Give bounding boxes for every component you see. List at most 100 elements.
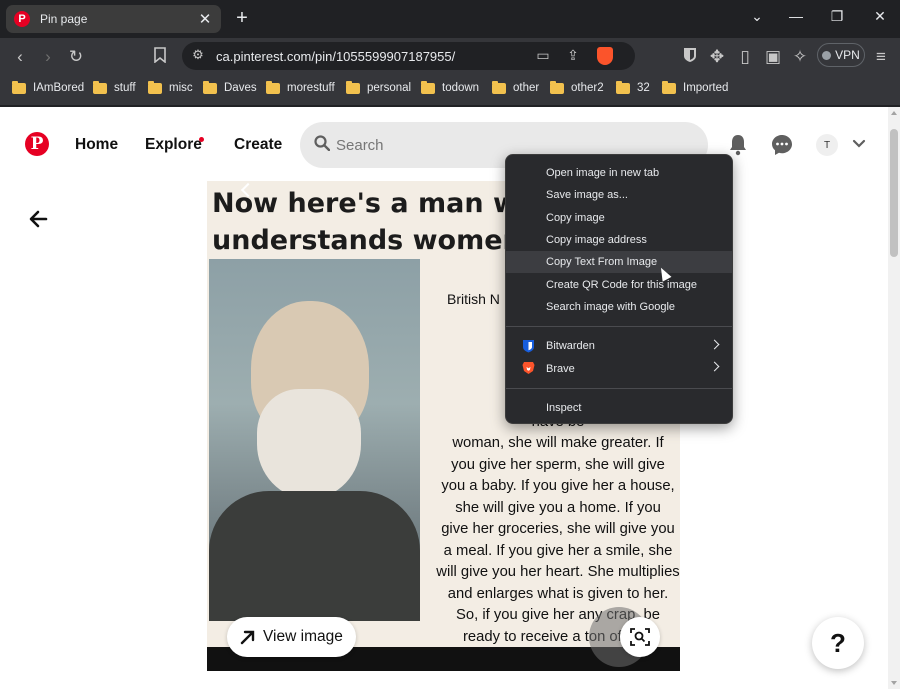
folder-icon (203, 80, 217, 94)
new-tab-icon[interactable]: + (232, 8, 252, 28)
bookmark-icon[interactable] (150, 47, 170, 67)
vpn-button[interactable]: VPN (817, 43, 865, 67)
menu-separator (506, 387, 732, 389)
lens-search-icon (630, 628, 650, 646)
bookmark-folder[interactable]: Daves (203, 80, 257, 94)
vpn-label: VPN (835, 48, 860, 62)
address-url[interactable]: ca.pinterest.com/pin/1055599907187955/ (216, 49, 455, 64)
bookmark-folder[interactable]: misc (148, 80, 193, 94)
nav-explore[interactable]: Explore (145, 136, 202, 154)
bookmark-folder[interactable]: other2 (550, 80, 604, 94)
avatar[interactable]: T (816, 134, 838, 156)
messages-icon[interactable] (770, 133, 794, 157)
sidebar-icon[interactable]: ▯ (735, 47, 755, 67)
portrait-photo (209, 259, 420, 621)
menu-item-open-image-new-tab[interactable]: Open image in new tab (506, 162, 732, 184)
menu-item-create-qr-code[interactable]: Create QR Code for this image (506, 273, 732, 295)
notifications-bell-icon[interactable] (726, 133, 750, 157)
notification-dot-icon (199, 137, 204, 142)
menu-separator (506, 326, 732, 328)
pinterest-favicon-icon: P (14, 11, 30, 27)
bookmark-folder-label: stuff (114, 82, 136, 94)
nav-create[interactable]: Create (234, 136, 282, 154)
menu-item-save-image-as[interactable]: Save image as... (506, 184, 732, 206)
bookmark-folder[interactable]: IAmBored (12, 80, 85, 94)
view-image-button[interactable]: View image (227, 617, 356, 657)
menu-item-inspect[interactable]: Inspect (506, 397, 732, 419)
menu-item-bitwarden[interactable]: Bitwarden (506, 335, 732, 357)
window-close-icon[interactable]: ✕ (869, 8, 891, 25)
vpn-status-icon (822, 50, 832, 60)
bookmark-folder-label: personal (367, 82, 412, 94)
folder-icon (12, 80, 26, 94)
pinterest-page: P Home Explore Create T Now here's a man… (0, 107, 888, 689)
bookmark-folder-label: other2 (571, 82, 604, 94)
extensions-icon[interactable]: ✥ (707, 47, 727, 67)
submenu-chevron-icon (709, 361, 720, 372)
menu-item-search-image-google[interactable]: Search image with Google (506, 296, 732, 318)
folder-icon (616, 80, 630, 94)
account-chevron-down-icon[interactable] (852, 137, 866, 151)
forward-nav-icon[interactable]: › (38, 47, 58, 67)
page-scrollbar[interactable] (888, 107, 900, 689)
bookmark-folder[interactable]: stuff (93, 80, 136, 94)
arrow-up-right-icon (240, 630, 255, 644)
leo-ai-icon[interactable]: ✧ (790, 47, 810, 67)
bookmark-folder-label: other (513, 82, 540, 94)
folder-icon (550, 80, 564, 94)
bookmark-folder[interactable]: todown (421, 80, 480, 94)
folder-icon (266, 80, 280, 94)
bookmark-folder[interactable]: Imported (662, 80, 729, 94)
bookmarks-bar: IAmBored stuff misc Daves morestuff pers… (0, 74, 900, 106)
bookmark-folder[interactable]: other (492, 80, 540, 94)
submenu-chevron-icon (709, 339, 720, 350)
tab-close-icon[interactable]: ✕ (197, 10, 213, 28)
tab-search-chevron-icon[interactable]: ⌄ (746, 8, 768, 25)
help-button[interactable]: ? (812, 617, 864, 669)
bookmark-folder-label: morestuff (287, 82, 335, 94)
menu-item-copy-text-from-image[interactable]: Copy Text From Image (506, 251, 732, 274)
bookmark-folder-label: todown (442, 82, 480, 94)
pinterest-logo-icon[interactable]: P (25, 132, 49, 156)
bitwarden-extension-icon[interactable] (680, 47, 700, 67)
restore-icon[interactable]: ❐ (826, 8, 848, 25)
cast-icon[interactable]: ▭ (534, 47, 552, 65)
back-nav-icon[interactable]: ‹ (10, 47, 30, 67)
menu-item-copy-image[interactable]: Copy image (506, 207, 732, 229)
brave-shields-icon[interactable] (597, 47, 613, 65)
folder-icon (421, 80, 435, 94)
reload-icon[interactable]: ↻ (66, 47, 86, 67)
brave-icon (522, 362, 535, 375)
bookmark-folder[interactable]: morestuff (266, 80, 335, 94)
folder-icon (492, 80, 506, 94)
address-bar[interactable]: ⚙ ca.pinterest.com/pin/1055599907187955/… (182, 42, 635, 70)
bookmark-folder-label: misc (169, 82, 193, 94)
view-image-label: View image (263, 628, 343, 645)
bookmark-folder-label: IAmBored (33, 82, 85, 94)
site-settings-icon[interactable]: ⚙ (190, 47, 206, 65)
back-arrow-icon[interactable] (28, 209, 48, 229)
context-menu: Open image in new tab Save image as... C… (505, 154, 733, 424)
menu-item-brave[interactable]: Brave (506, 357, 732, 379)
wallet-icon[interactable]: ▣ (763, 47, 783, 67)
minimize-icon[interactable]: — (785, 8, 807, 24)
folder-icon (662, 80, 676, 94)
main-menu-icon[interactable]: ≡ (871, 47, 891, 67)
tab-title: Pin page (40, 12, 88, 26)
bookmark-folder-label: Imported (683, 82, 729, 94)
bookmark-folder[interactable]: 32 (616, 80, 650, 94)
pin-subtitle: British N (447, 291, 500, 307)
bookmark-folder-label: 32 (637, 82, 650, 94)
share-icon[interactable]: ⇪ (564, 47, 582, 65)
search-icon (314, 135, 330, 151)
search-input[interactable] (336, 134, 636, 156)
visual-search-button[interactable] (620, 617, 660, 657)
folder-icon (148, 80, 162, 94)
menu-item-copy-image-address[interactable]: Copy image address (506, 229, 732, 251)
scrollbar-thumb[interactable] (890, 129, 898, 257)
bookmark-folder[interactable]: personal (346, 80, 412, 94)
bitwarden-icon (523, 340, 534, 353)
tab-pin-page[interactable]: P Pin page ✕ (6, 5, 221, 33)
folder-icon (346, 80, 360, 94)
nav-home[interactable]: Home (75, 136, 118, 154)
